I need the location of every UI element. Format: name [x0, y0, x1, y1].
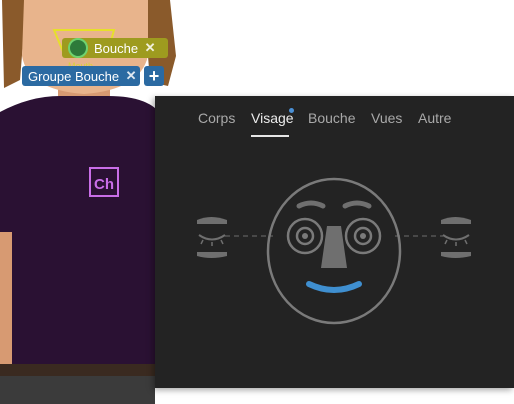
tab-corps[interactable]: Corps [198, 110, 235, 126]
tab-autre[interactable]: Autre [418, 110, 451, 126]
face-diagram [197, 177, 471, 325]
close-icon[interactable]: ✕ [123, 68, 139, 84]
tab-bar: Corps Visage Bouche Vues Autre [155, 108, 514, 140]
tab-visage[interactable]: Visage [251, 110, 294, 126]
right-eyebrow [342, 200, 372, 209]
nose [321, 226, 347, 268]
tag-groupe-bouche[interactable]: Groupe Bouche ✕ [22, 66, 140, 86]
logo-text: Ch [94, 176, 114, 193]
left-eye[interactable] [286, 217, 324, 255]
mouth [306, 281, 362, 293]
close-icon[interactable]: ✕ [142, 40, 158, 56]
right-eye[interactable] [344, 217, 382, 255]
add-tag-button[interactable]: + [144, 66, 164, 86]
arm-left [0, 232, 12, 372]
shirt [0, 96, 155, 372]
tag-groupe-label: Groupe Bouche [28, 68, 120, 84]
mouth-handle-icon [68, 38, 88, 58]
left-eyebrow [296, 200, 326, 209]
tag-bouche[interactable]: Bouche ✕ [62, 38, 168, 58]
right-blink-eye[interactable] [441, 217, 471, 258]
tab-bouche[interactable]: Bouche [308, 110, 355, 126]
notification-dot [289, 108, 294, 113]
tag-picker-panel: Corps Visage Bouche Vues Autre [155, 96, 514, 388]
tab-vues[interactable]: Vues [371, 110, 402, 126]
left-blink-eye[interactable] [197, 217, 227, 258]
belt [0, 364, 155, 376]
tag-bouche-label: Bouche [94, 40, 139, 56]
active-tab-indicator [251, 135, 289, 137]
trousers [0, 376, 155, 404]
